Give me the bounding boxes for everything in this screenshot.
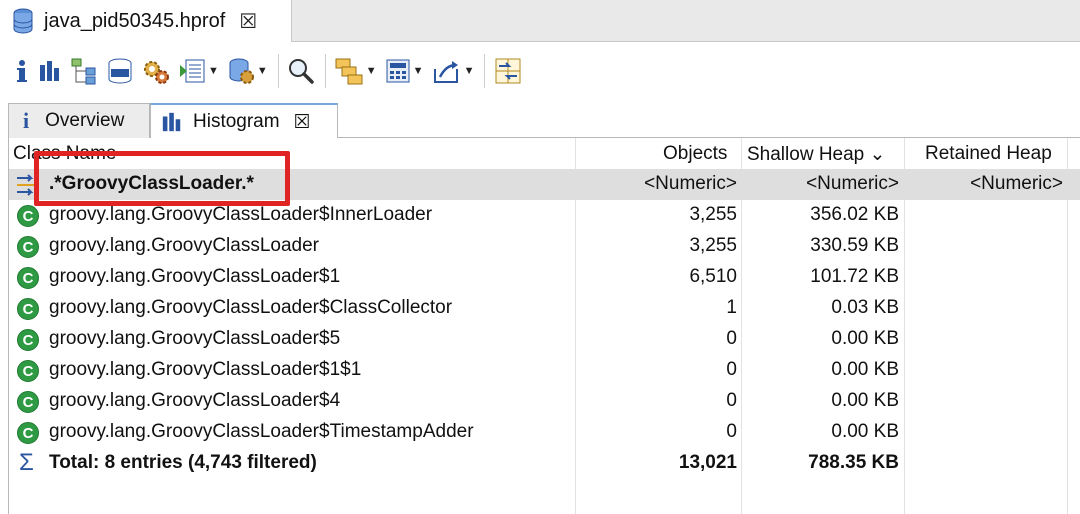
info-icon <box>17 60 27 82</box>
shallow-heap-cell: 0.03 KB <box>831 297 899 318</box>
group-icon <box>335 58 363 85</box>
total-row[interactable]: Σ Total: 8 entries (4,743 filtered) 13,0… <box>9 448 1080 479</box>
chevron-down-icon: ▼ <box>256 65 268 77</box>
compare-icon <box>495 58 521 84</box>
info-button[interactable] <box>14 51 30 91</box>
class-icon: C <box>17 267 39 289</box>
objects-cell: 0 <box>726 421 737 442</box>
shallow-heap-cell: 101.72 KB <box>810 266 899 287</box>
class-name-cell: groovy.lang.GroovyClassLoader$ClassColle… <box>49 297 453 318</box>
info-icon: i <box>23 108 30 133</box>
shallow-heap-cell: 0.00 KB <box>831 390 899 411</box>
report-icon <box>180 59 205 83</box>
objects-cell: 6,510 <box>689 266 737 287</box>
class-icon: C <box>17 205 39 227</box>
class-icon: C <box>17 236 39 258</box>
export-icon <box>433 61 458 83</box>
database-icon <box>13 8 33 34</box>
calculator-icon <box>386 59 410 83</box>
toolbar: ▼ ▼ ▼ ▼ ▼ <box>0 43 1080 99</box>
annotation-highlight-box <box>34 151 290 206</box>
tab-overview[interactable]: i Overview <box>8 103 150 138</box>
histogram-icon <box>40 61 59 81</box>
shallow-heap-cell: 0.00 KB <box>831 421 899 442</box>
oql-icon <box>108 58 132 84</box>
objects-filter-input[interactable]: <Numeric> <box>575 173 737 195</box>
close-icon[interactable]: ☒ <box>239 9 257 34</box>
chevron-down-icon: ▼ <box>208 65 219 77</box>
class-name-cell: groovy.lang.GroovyClassLoader$4 <box>49 390 341 411</box>
histogram-icon <box>162 112 181 132</box>
tab-histogram-label: Histogram <box>193 111 280 132</box>
shallow-heap-cell: 330.59 KB <box>810 235 899 256</box>
oql-button[interactable] <box>106 51 134 91</box>
result-tabs: i Overview Histogram ☒ <box>8 101 1080 139</box>
editor-tab-hprof[interactable]: java_pid50345.hprof ☒ <box>0 0 292 42</box>
objects-cell: 1 <box>726 297 737 318</box>
column-header-objects[interactable]: Objects <box>663 143 727 165</box>
sigma-icon: Σ <box>19 449 34 476</box>
calculate-dropdown[interactable]: ▼ <box>385 51 424 91</box>
chevron-down-icon: ▼ <box>412 65 424 77</box>
class-name-cell: groovy.lang.GroovyClassLoader <box>49 235 320 256</box>
class-name-cell: groovy.lang.GroovyClassLoader$1$1 <box>49 359 362 380</box>
class-icon: C <box>17 422 39 444</box>
objects-cell: 0 <box>726 390 737 411</box>
objects-cell: 3,255 <box>689 235 737 256</box>
histogram-button[interactable] <box>38 51 62 91</box>
shallow-heap-cell: 356.02 KB <box>810 204 899 225</box>
sort-descending-icon: ⌄ <box>869 144 886 165</box>
compare-button[interactable] <box>493 51 523 91</box>
table-row[interactable]: C groovy.lang.GroovyClassLoader$5 0 0.00… <box>9 324 1080 355</box>
class-name-cell: groovy.lang.GroovyClassLoader$5 <box>49 328 341 349</box>
table-row[interactable]: C groovy.lang.GroovyClassLoader$1 6,510 … <box>9 262 1080 293</box>
search-icon <box>288 59 314 84</box>
run-report-dropdown[interactable]: ▼ <box>178 51 219 91</box>
chevron-down-icon: ▼ <box>463 65 475 77</box>
shallow-heap-filter-input[interactable]: <Numeric> <box>741 173 899 195</box>
gears-icon <box>144 61 169 84</box>
retained-heap-filter-input[interactable]: <Numeric> <box>905 173 1063 195</box>
table-row[interactable]: C groovy.lang.GroovyClassLoader$ClassCol… <box>9 293 1080 324</box>
class-name-cell: groovy.lang.GroovyClassLoader$InnerLoade… <box>49 204 433 225</box>
class-icon: C <box>17 329 39 351</box>
dominator-tree-button[interactable] <box>70 51 98 91</box>
table-row[interactable]: C groovy.lang.GroovyClassLoader 3,255 33… <box>9 231 1080 262</box>
column-header-shallow-heap[interactable]: Shallow Heap ⌄ <box>747 143 885 166</box>
thread-overview-button[interactable] <box>142 51 170 91</box>
class-name-cell: groovy.lang.GroovyClassLoader$TimestampA… <box>49 421 474 442</box>
tab-overview-label: Overview <box>45 110 125 131</box>
total-label: Total: 8 entries (4,743 filtered) <box>49 452 317 473</box>
table-row[interactable]: C groovy.lang.GroovyClassLoader$Timestam… <box>9 417 1080 448</box>
objects-cell: 3,255 <box>689 204 737 225</box>
class-name-cell: groovy.lang.GroovyClassLoader$1 <box>49 266 341 287</box>
class-icon: C <box>17 298 39 320</box>
objects-cell: 0 <box>726 328 737 349</box>
group-by-dropdown[interactable]: ▼ <box>334 51 377 91</box>
toolbar-separator <box>484 54 486 88</box>
total-shallow-heap: 788.35 KB <box>808 452 899 473</box>
column-header-retained-heap[interactable]: Retained Heap <box>925 143 1052 165</box>
total-objects: 13,021 <box>678 452 737 473</box>
close-icon[interactable]: ☒ <box>294 111 311 134</box>
shallow-heap-cell: 0.00 KB <box>831 359 899 380</box>
search-button[interactable] <box>287 51 315 91</box>
export-dropdown[interactable]: ▼ <box>432 51 475 91</box>
query-browser-dropdown[interactable]: ▼ <box>227 51 268 91</box>
table-row[interactable]: C groovy.lang.GroovyClassLoader$1$1 0 0.… <box>9 355 1080 386</box>
toolbar-separator <box>324 54 326 88</box>
chevron-down-icon: ▼ <box>365 65 377 77</box>
class-icon: C <box>17 391 39 413</box>
class-icon: C <box>17 360 39 382</box>
tab-histogram[interactable]: Histogram ☒ <box>150 103 338 139</box>
toolbar-separator <box>277 54 279 88</box>
query-browser-icon <box>229 58 254 84</box>
shallow-heap-cell: 0.00 KB <box>831 328 899 349</box>
table-row[interactable]: C groovy.lang.GroovyClassLoader$4 0 0.00… <box>9 386 1080 417</box>
column-header-shallow-heap-label: Shallow Heap <box>747 144 865 165</box>
objects-cell: 0 <box>726 359 737 380</box>
editor-tab-strip: java_pid50345.hprof ☒ <box>0 0 1080 42</box>
dominator-tree-icon <box>71 58 96 85</box>
editor-tab-title: java_pid50345.hprof <box>44 9 226 32</box>
